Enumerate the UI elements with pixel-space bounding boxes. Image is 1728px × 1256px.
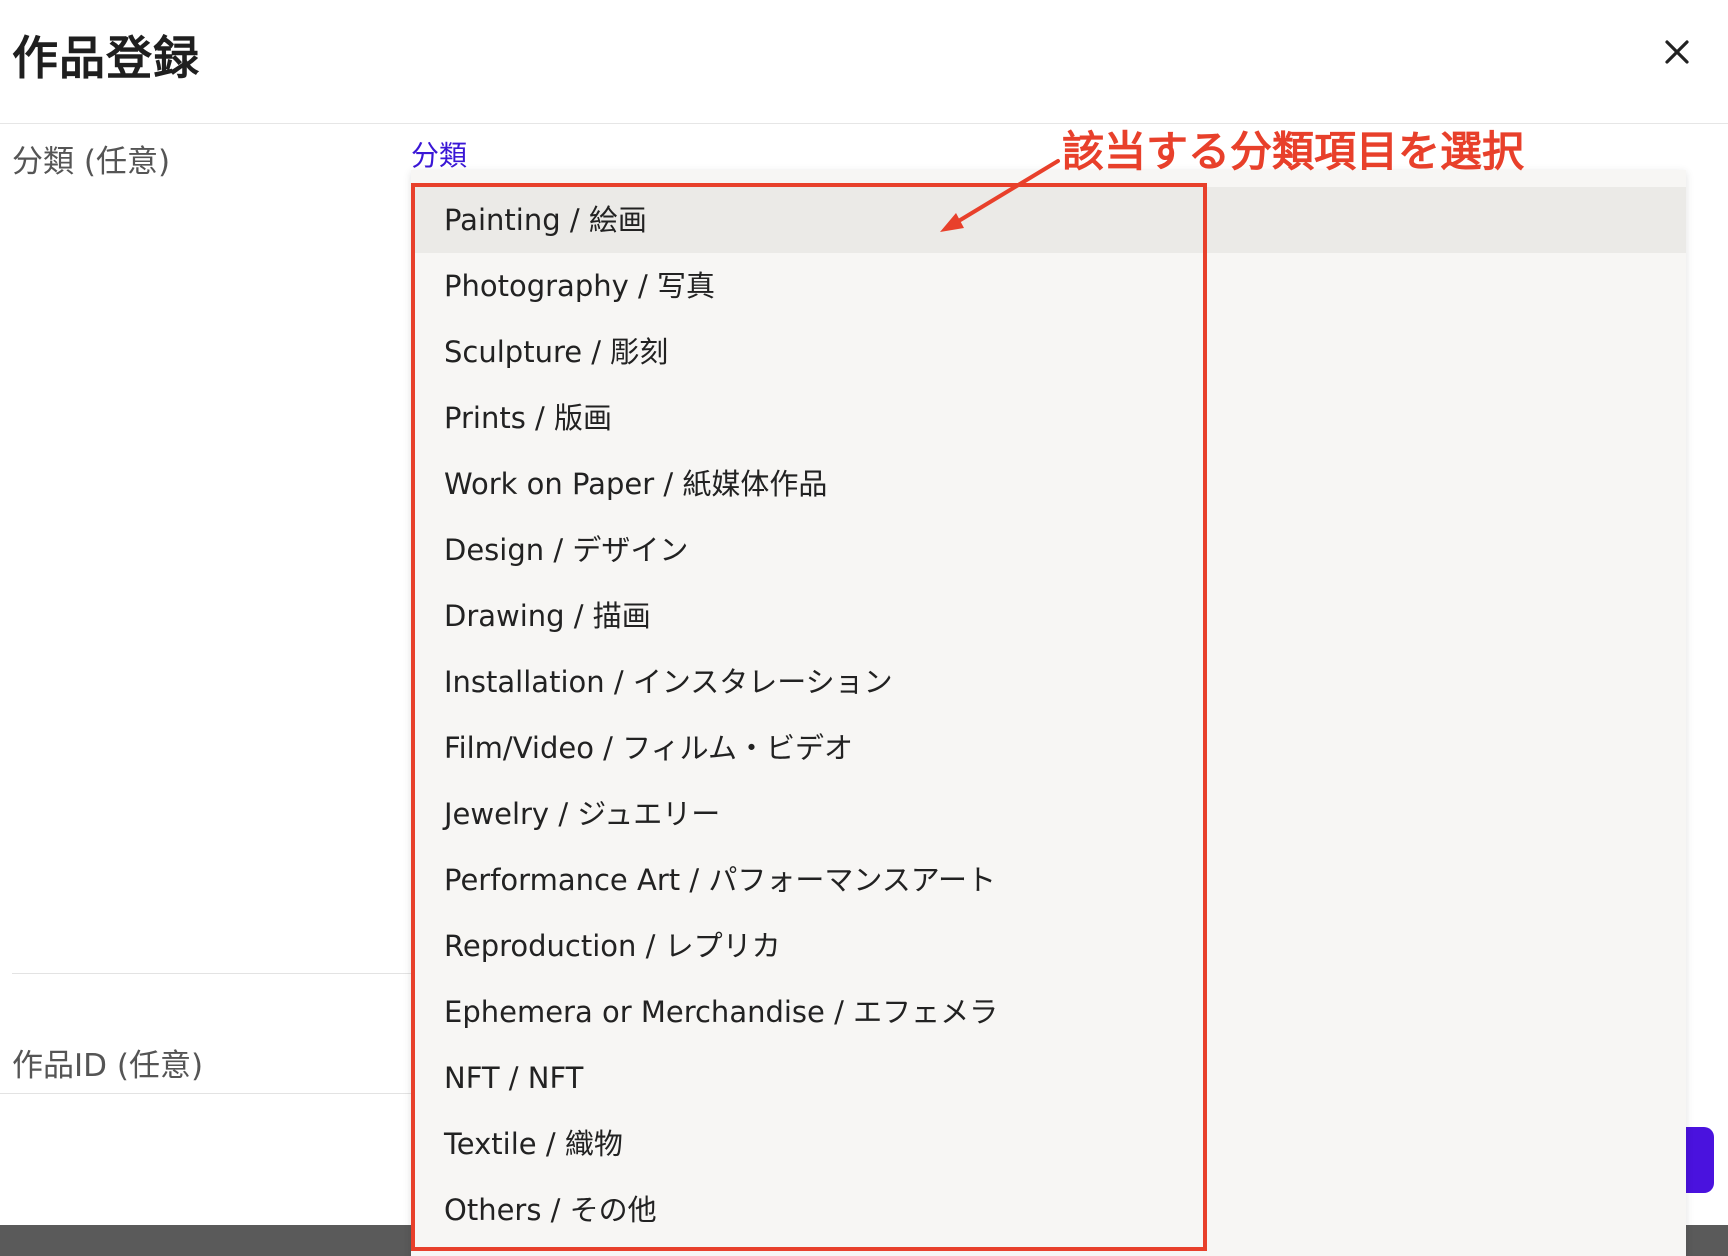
dropdown-option[interactable]: Others / その他 — [411, 1177, 1686, 1243]
field-divider-bottom — [0, 1093, 420, 1094]
annotation-arrow-icon — [940, 159, 1060, 232]
dropdown-option[interactable]: Installation / インスタレーション — [411, 649, 1686, 715]
registration-modal: 作品登録 分類 (任意) 分類 作品ID (任意) Painting / 絵画 … — [0, 0, 1728, 1256]
annotation-text: 該当する分類項目を選択 — [1062, 127, 1525, 176]
dropdown-option[interactable]: Textile / 織物 — [411, 1111, 1686, 1177]
dropdown-option[interactable]: Reproduction / レプリカ — [411, 913, 1686, 979]
dropdown-option[interactable]: Performance Art / パフォーマンスアート — [411, 847, 1686, 913]
dropdown-option[interactable]: Sculpture / 彫刻 — [411, 319, 1686, 385]
dropdown-option[interactable]: Ephemera or Merchandise / エフェメラ — [411, 979, 1686, 1045]
dropdown-option[interactable]: Photography / 写真 — [411, 253, 1686, 319]
category-dropdown: Painting / 絵画 Photography / 写真 Sculpture… — [411, 170, 1686, 1256]
close-icon — [1665, 40, 1689, 64]
dropdown-option[interactable]: Work on Paper / 紙媒体作品 — [411, 451, 1686, 517]
artwork-id-label: 作品ID (任意) — [12, 1048, 204, 1084]
dropdown-option[interactable]: Drawing / 描画 — [411, 583, 1686, 649]
close-button[interactable] — [1655, 30, 1699, 74]
field-divider — [12, 973, 412, 974]
dropdown-option[interactable]: Design / デザイン — [411, 517, 1686, 583]
category-label: 分類 (任意) — [12, 144, 171, 180]
dropdown-option[interactable]: Prints / 版画 — [411, 385, 1686, 451]
category-select[interactable]: 分類 — [411, 134, 467, 174]
modal-title: 作品登録 — [12, 31, 200, 85]
dropdown-option[interactable]: Film/Video / フィルム・ビデオ — [411, 715, 1686, 781]
dropdown-option[interactable]: NFT / NFT — [411, 1045, 1686, 1111]
dropdown-option[interactable]: Jewelry / ジュエリー — [411, 781, 1686, 847]
